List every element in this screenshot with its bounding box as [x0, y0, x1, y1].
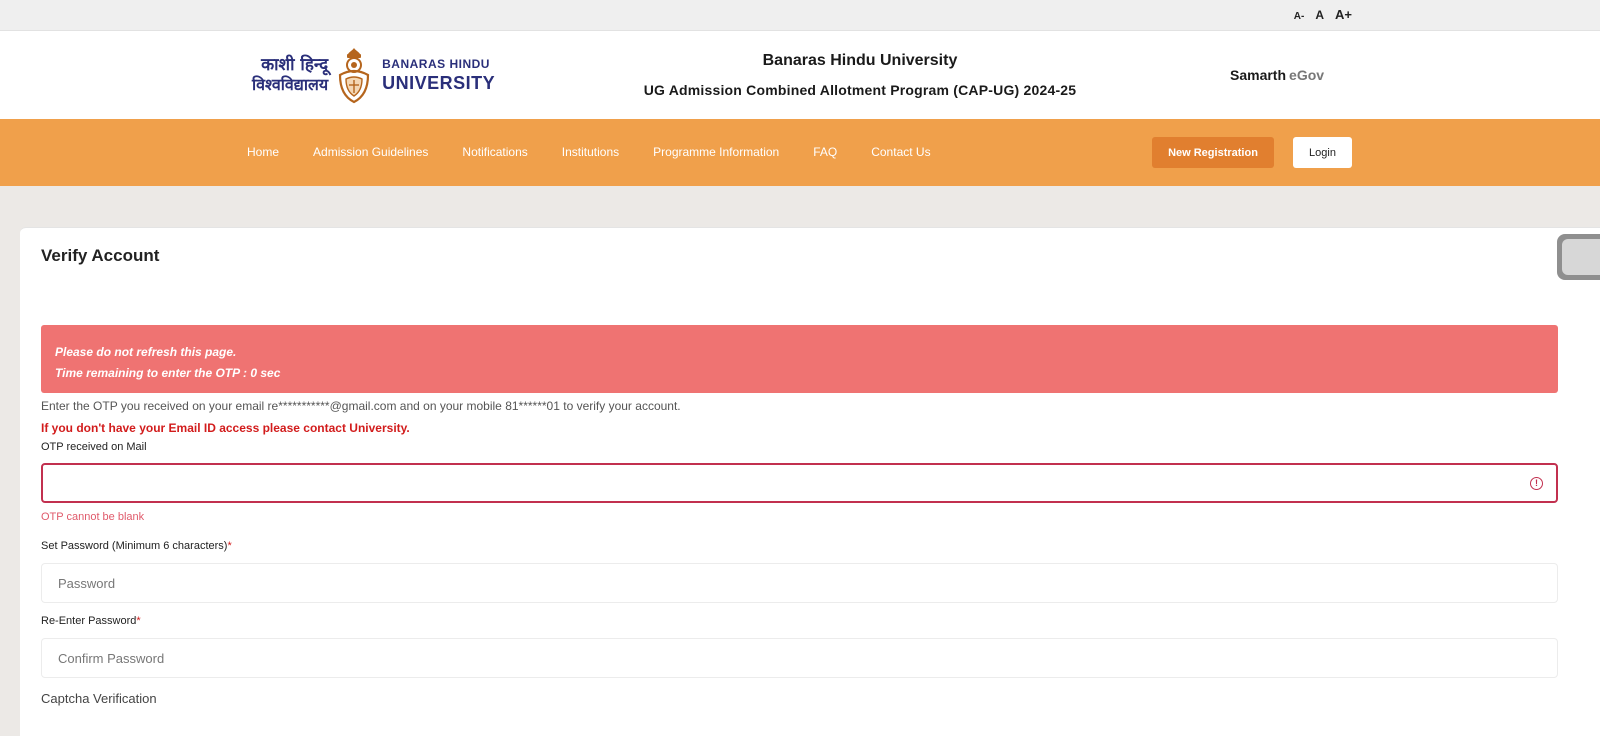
confirm-password-input[interactable] — [41, 638, 1558, 678]
nav-contact-us[interactable]: Contact Us — [871, 145, 930, 159]
font-size-controls: A- A A+ — [1294, 7, 1352, 22]
top-utility-bar: A- A A+ — [0, 0, 1600, 31]
confirm-password-label: Re-Enter Password* — [41, 615, 141, 627]
required-marker: * — [136, 615, 141, 627]
otp-input[interactable] — [41, 463, 1558, 503]
university-logo[interactable]: काशी हिन्दू विश्वविद्यालय BANARAS HINDU … — [252, 44, 495, 106]
main-navbar: Home Admission Guidelines Notifications … — [0, 119, 1600, 186]
otp-timer-alert: Please do not refresh this page. Time re… — [41, 325, 1558, 393]
font-normal-button[interactable]: A — [1315, 8, 1324, 22]
captcha-label: Captcha Verification — [41, 691, 157, 706]
font-increase-button[interactable]: A+ — [1335, 7, 1352, 22]
scroll-handle[interactable] — [1557, 234, 1600, 280]
logo-english-text: BANARAS HINDU UNIVERSITY — [382, 56, 496, 93]
password-label: Set Password (Minimum 6 characters)* — [41, 540, 232, 552]
email-access-warning: If you don't have your Email ID access p… — [41, 421, 410, 435]
nav-home[interactable]: Home — [247, 145, 279, 159]
font-decrease-button[interactable]: A- — [1294, 11, 1305, 22]
otp-error-message: OTP cannot be blank — [41, 511, 145, 523]
header-title-block: Banaras Hindu University UG Admission Co… — [560, 52, 1160, 98]
nav-notifications[interactable]: Notifications — [462, 145, 527, 159]
nav-admission-guidelines[interactable]: Admission Guidelines — [313, 145, 428, 159]
program-name: UG Admission Combined Allotment Program … — [643, 82, 1077, 98]
university-name: Banaras Hindu University — [762, 52, 958, 69]
password-input[interactable] — [41, 563, 1558, 603]
login-button[interactable]: Login — [1293, 137, 1352, 168]
university-seal-icon — [339, 48, 370, 104]
new-registration-button[interactable]: New Registration — [1152, 137, 1274, 168]
error-icon: ! — [1530, 477, 1543, 490]
logo-hindi-text: काशी हिन्दू विश्वविद्यालय — [252, 55, 329, 95]
alert-refresh-warning: Please do not refresh this page. — [55, 345, 237, 359]
alert-time-remaining: Time remaining to enter the OTP : 0 sec — [55, 366, 281, 380]
nav-institutions[interactable]: Institutions — [562, 145, 619, 159]
samarth-egov-brand[interactable]: Samarth eGov — [1230, 67, 1324, 83]
page-title: Verify Account — [41, 246, 160, 265]
required-marker: * — [227, 540, 232, 552]
nav-links: Home Admission Guidelines Notifications … — [247, 145, 965, 159]
nav-programme-information[interactable]: Programme Information — [653, 145, 779, 159]
otp-label: OTP received on Mail — [41, 441, 147, 453]
nav-faq[interactable]: FAQ — [813, 145, 837, 159]
otp-instructions: Enter the OTP you received on your email… — [41, 399, 681, 413]
site-header: काशी हिन्दू विश्वविद्यालय BANARAS HINDU … — [0, 31, 1600, 119]
